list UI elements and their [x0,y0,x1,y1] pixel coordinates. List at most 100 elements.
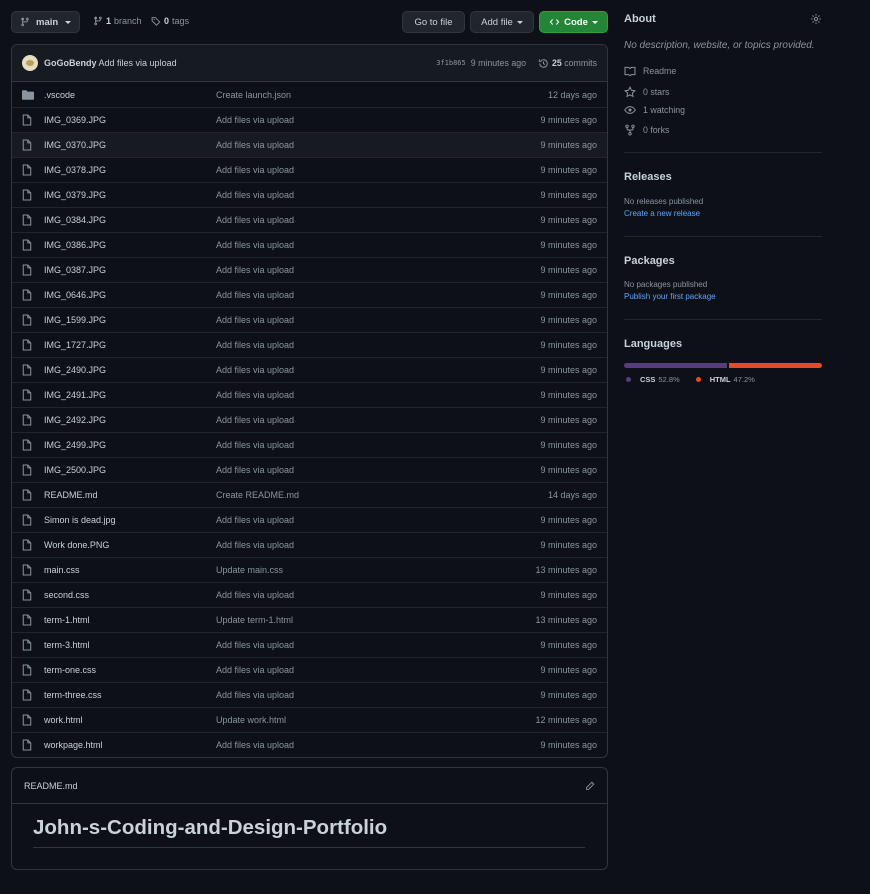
file-commit-message[interactable]: Add files via upload [216,290,540,300]
forks-link[interactable]: 0 forks [624,124,669,136]
file-commit-message[interactable]: Add files via upload [216,690,540,700]
file-commit-message[interactable]: Add files via upload [216,740,540,750]
file-name-link[interactable]: term-1.html [44,615,216,625]
file-name-link[interactable]: IMG_2492.JPG [44,415,216,425]
table-row[interactable]: main.css Update main.css 13 minutes ago [12,557,607,582]
file-commit-message[interactable]: Add files via upload [216,540,540,550]
file-name-link[interactable]: IMG_0378.JPG [44,165,216,175]
table-row[interactable]: IMG_1599.JPG Add files via upload 9 minute… [12,307,607,332]
watching-link[interactable]: 1 watching [624,105,685,115]
commit-sha[interactable]: 3f1b865 [436,59,466,67]
file-commit-message[interactable]: Add files via upload [216,515,540,525]
table-row[interactable]: IMG_0378.JPG Add files via upload 9 minute… [12,157,607,182]
table-row[interactable]: IMG_0386.JPG Add files via upload 9 minute… [12,232,607,257]
file-commit-message[interactable]: Add files via upload [216,315,540,325]
file-name-link[interactable]: Simon is dead.jpg [44,515,216,525]
create-release-link[interactable]: Create a new release [624,209,700,218]
table-row[interactable]: term-one.css Add files via upload 9 minute… [12,657,607,682]
file-name-link[interactable]: IMG_2500.JPG [44,465,216,475]
file-commit-message[interactable]: Create launch.json [216,90,548,100]
releases-heading[interactable]: Releases [624,171,672,183]
file-commit-message[interactable]: Add files via upload [216,415,540,425]
commit-author[interactable]: GoGoBendy [44,58,97,68]
file-name-link[interactable]: IMG_1727.JPG [44,340,216,350]
table-row[interactable]: workpage.html Add files via upload 9 minut… [12,732,607,757]
language-legend-item[interactable]: CSS 52.8% [626,375,680,384]
table-row[interactable]: IMG_0370.JPG Add files via upload 9 minute… [12,132,607,157]
file-commit-message[interactable]: Add files via upload [216,140,540,150]
avatar[interactable] [22,55,38,71]
file-name-link[interactable]: term-three.css [44,690,216,700]
table-row[interactable]: Work done.PNG Add files via upload 9 minut… [12,532,607,557]
table-row[interactable]: .vscode Create launch.json 12 days ago [12,82,607,107]
table-row[interactable]: IMG_0379.JPG Add files via upload 9 minute… [12,182,607,207]
file-name-link[interactable]: IMG_2499.JPG [44,440,216,450]
file-commit-message[interactable]: Add files via upload [216,390,540,400]
table-row[interactable]: work.html Update work.html 12 minutes ago [12,707,607,732]
gear-icon[interactable] [810,13,822,25]
file-commit-message[interactable]: Add files via upload [216,340,540,350]
table-row[interactable]: IMG_2491.JPG Add files via upload 9 minute… [12,382,607,407]
file-commit-message[interactable]: Update term-1.html [216,615,535,625]
file-name-link[interactable]: IMG_0386.JPG [44,240,216,250]
file-commit-message[interactable]: Add files via upload [216,215,540,225]
file-commit-message[interactable]: Add files via upload [216,265,540,275]
file-name-link[interactable]: IMG_0384.JPG [44,215,216,225]
branches-link[interactable]: 1 branch [93,16,142,26]
file-name-link[interactable]: main.css [44,565,216,575]
file-name-link[interactable]: IMG_0387.JPG [44,265,216,275]
file-commit-message[interactable]: Add files via upload [216,365,540,375]
add-file-button[interactable]: Add file [470,11,534,33]
file-name-link[interactable]: second.css [44,590,216,600]
publish-package-link[interactable]: Publish your first package [624,292,716,301]
table-row[interactable]: IMG_2490.JPG Add files via upload 9 minute… [12,357,607,382]
file-name-link[interactable]: workpage.html [44,740,216,750]
packages-heading[interactable]: Packages [624,255,675,267]
file-name-link[interactable]: IMG_2491.JPG [44,390,216,400]
file-name-link[interactable]: IMG_1599.JPG [44,315,216,325]
file-commit-message[interactable]: Add files via upload [216,190,540,200]
file-name-link[interactable]: term-one.css [44,665,216,675]
file-name-link[interactable]: Work done.PNG [44,540,216,550]
pencil-icon[interactable] [585,781,595,791]
file-name-link[interactable]: IMG_0379.JPG [44,190,216,200]
table-row[interactable]: Simon is dead.jpg Add files via upload 9 m… [12,507,607,532]
table-row[interactable]: IMG_2499.JPG Add files via upload 9 minute… [12,432,607,457]
readme-link[interactable]: Readme [624,66,676,76]
file-name-link[interactable]: term-3.html [44,640,216,650]
code-button[interactable]: Code [539,11,608,33]
commit-message[interactable]: Add files via upload [99,58,177,68]
stars-link[interactable]: 0 stars [624,86,669,98]
table-row[interactable]: IMG_2500.JPG Add files via upload 9 minute… [12,457,607,482]
file-name-link[interactable]: IMG_0370.JPG [44,140,216,150]
table-row[interactable]: term-1.html Update term-1.html 13 minutes … [12,607,607,632]
file-name-link[interactable]: README.md [44,490,216,500]
file-commit-message[interactable]: Add files via upload [216,640,540,650]
table-row[interactable]: term-three.css Add files via upload 9 minu… [12,682,607,707]
file-name-link[interactable]: IMG_2490.JPG [44,365,216,375]
file-commit-message[interactable]: Add files via upload [216,115,540,125]
commits-link[interactable]: 25 commits [552,58,597,68]
file-commit-message[interactable]: Add files via upload [216,590,540,600]
readme-filename[interactable]: README.md [24,781,78,791]
table-row[interactable]: IMG_0384.JPG Add files via upload 9 minute… [12,207,607,232]
table-row[interactable]: IMG_0646.JPG Add files via upload 9 minute… [12,282,607,307]
table-row[interactable]: IMG_1727.JPG Add files via upload 9 minute… [12,332,607,357]
go-to-file-button[interactable]: Go to file [402,11,465,33]
file-commit-message[interactable]: Add files via upload [216,240,540,250]
table-row[interactable]: README.md Create README.md 14 days ago [12,482,607,507]
table-row[interactable]: IMG_0369.JPG Add files via upload 9 minute… [12,107,607,132]
table-row[interactable]: second.css Add files via upload 9 minutes … [12,582,607,607]
file-commit-message[interactable]: Update work.html [216,715,535,725]
file-name-link[interactable]: work.html [44,715,216,725]
branch-selector-button[interactable]: main [11,11,81,33]
file-commit-message[interactable]: Add files via upload [216,440,540,450]
file-commit-message[interactable]: Add files via upload [216,165,540,175]
file-commit-message[interactable]: Create README.md [216,490,548,500]
tags-link[interactable]: 0 tags [151,16,189,26]
file-commit-message[interactable]: Add files via upload [216,465,540,475]
table-row[interactable]: term-3.html Add files via upload 9 minutes… [12,632,607,657]
file-commit-message[interactable]: Add files via upload [216,665,540,675]
table-row[interactable]: IMG_0387.JPG Add files via upload 9 minute… [12,257,607,282]
language-legend-item[interactable]: HTML 47.2% [695,375,755,384]
